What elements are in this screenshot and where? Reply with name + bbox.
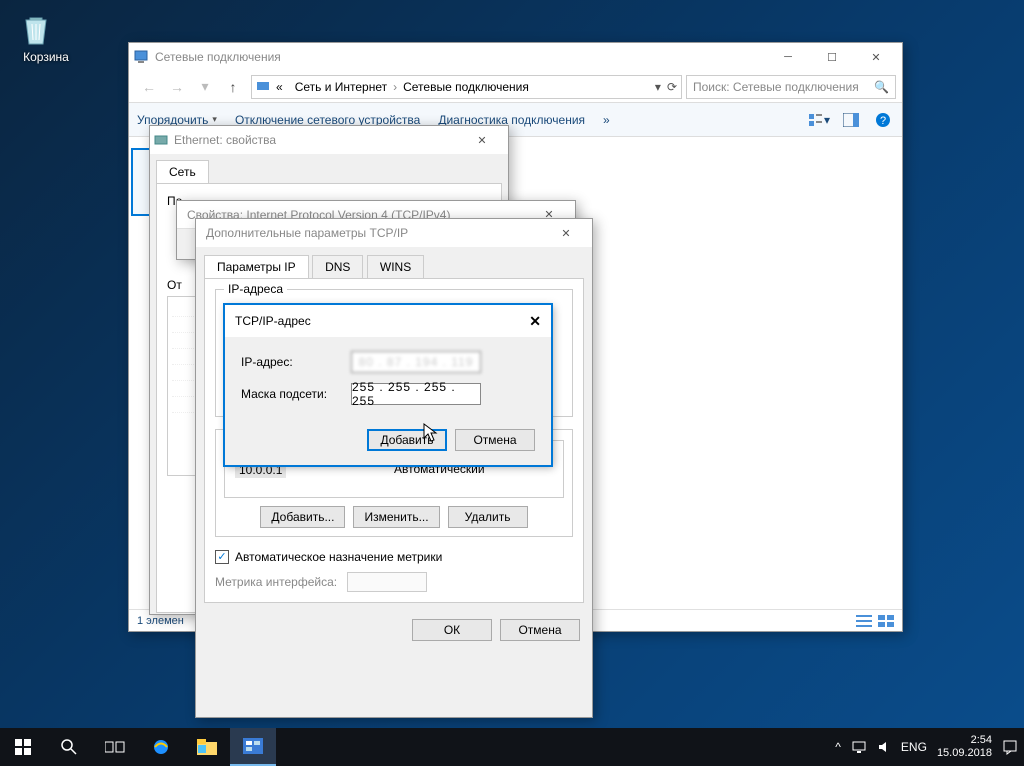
tab-wins[interactable]: WINS [367, 255, 424, 278]
ip-address-label: IP-адрес: [241, 355, 351, 369]
tcpip-dialog-titlebar[interactable]: TCP/IP-адрес ✕ [225, 305, 551, 337]
gw-delete-button[interactable]: Удалить [448, 506, 528, 528]
interface-metric-input [347, 572, 427, 592]
advtcp-close-button[interactable]: ✕ [544, 219, 588, 247]
preview-pane-icon[interactable] [840, 109, 862, 131]
search-placeholder: Поиск: Сетевые подключения [693, 80, 859, 94]
network-small-icon [256, 80, 270, 94]
svg-text:?: ? [880, 115, 886, 127]
clock[interactable]: 2:54 15.09.2018 [937, 734, 992, 760]
subnet-mask-label: Маска подсети: [241, 387, 351, 401]
advtcp-title: Дополнительные параметры TCP/IP [206, 226, 544, 240]
tcpip-cancel-button[interactable]: Отмена [455, 429, 535, 451]
close-button[interactable]: ✕ [854, 43, 898, 71]
recent-dropdown[interactable]: ▾ [191, 73, 219, 101]
advanced-tcpip-window: Дополнительные параметры TCP/IP ✕ Параме… [195, 218, 593, 718]
address-dropdown-icon[interactable]: ▾ [655, 80, 661, 94]
action-center-icon[interactable] [1002, 739, 1018, 755]
tab-dns[interactable]: DNS [312, 255, 363, 278]
clock-time: 2:54 [937, 734, 992, 747]
tray-chevron-up-icon[interactable]: ^ [835, 740, 841, 754]
adapter-icon [154, 133, 168, 147]
checkbox-checked-icon: ✓ [215, 550, 229, 564]
interface-metric-row: Метрика интерфейса: [215, 572, 573, 592]
advtcp-titlebar[interactable]: Дополнительные параметры TCP/IP ✕ [196, 219, 592, 247]
advtcp-cancel-button[interactable]: Отмена [500, 619, 580, 641]
tcpip-add-button[interactable]: Добавить [367, 429, 447, 451]
recycle-bin[interactable]: Корзина [16, 8, 76, 64]
clock-date: 15.09.2018 [937, 747, 992, 760]
search-button[interactable] [46, 728, 92, 766]
ethprops-title: Ethernet: свойства [174, 133, 460, 147]
ethprops-titlebar[interactable]: Ethernet: свойства ✕ [150, 126, 508, 154]
tab-ip-params[interactable]: Параметры IP [204, 255, 309, 278]
task-view-button[interactable] [92, 728, 138, 766]
interface-metric-label: Метрика интерфейса: [215, 575, 337, 589]
view-options-icon[interactable]: ▾ [808, 109, 830, 131]
gw-edit-button[interactable]: Изменить... [353, 506, 439, 528]
file-explorer-taskbar-icon[interactable] [184, 728, 230, 766]
advtcp-ok-button[interactable]: ОК [412, 619, 492, 641]
recycle-bin-label: Корзина [16, 50, 76, 64]
connection-item-selected[interactable] [131, 148, 151, 216]
explorer-nav-toolbar: ← → ▾ ↑ « Сеть и Интернет › Сетевые подк… [129, 71, 902, 103]
tab-network[interactable]: Сеть [156, 160, 209, 183]
ie-taskbar-icon[interactable] [138, 728, 184, 766]
ethprops-tabs: Сеть [150, 154, 508, 183]
more-commands[interactable]: » [603, 113, 610, 127]
control-panel-taskbar-icon[interactable] [230, 728, 276, 766]
advtcp-tabs: Параметры IP DNS WINS [196, 247, 592, 278]
auto-metric-label: Автоматическое назначение метрики [235, 550, 442, 564]
tcpip-dialog-close-button[interactable]: ✕ [529, 313, 541, 330]
large-icons-view-icon[interactable] [878, 615, 894, 627]
explorer-title: Сетевые подключения [155, 50, 766, 64]
volume-tray-icon[interactable] [877, 740, 891, 754]
explorer-titlebar[interactable]: Сетевые подключения ─ ☐ ✕ [129, 43, 902, 71]
search-icon: 🔍 [874, 80, 889, 94]
taskbar: ^ ENG 2:54 15.09.2018 [0, 728, 1024, 766]
forward-button[interactable]: → [163, 73, 191, 101]
ip-address-input[interactable]: 80 . 87 . 194 . 119 [351, 351, 481, 373]
ethprops-close-button[interactable]: ✕ [460, 126, 504, 154]
subnet-mask-input[interactable]: 255 . 255 . 255 . 255 [351, 383, 481, 405]
network-tray-icon[interactable] [851, 740, 867, 754]
breadcrumb-prefix: « [270, 80, 289, 94]
auto-metric-checkbox[interactable]: ✓ Автоматическое назначение метрики [215, 550, 442, 564]
gw-add-button[interactable]: Добавить... [260, 506, 345, 528]
address-bar[interactable]: « Сеть и Интернет › Сетевые подключения … [251, 75, 682, 99]
language-indicator[interactable]: ENG [901, 740, 927, 754]
back-button[interactable]: ← [135, 73, 163, 101]
system-tray: ^ ENG 2:54 15.09.2018 [835, 734, 1024, 760]
status-text: 1 элемен [137, 615, 184, 627]
start-button[interactable] [0, 728, 46, 766]
recycle-bin-icon [16, 8, 76, 48]
search-input[interactable]: Поиск: Сетевые подключения 🔍 [686, 75, 896, 99]
breadcrumb-conn[interactable]: Сетевые подключения [397, 80, 535, 94]
refresh-icon[interactable]: ⟳ [667, 80, 677, 94]
help-icon[interactable]: ? [872, 109, 894, 131]
up-button[interactable]: ↑ [219, 73, 247, 101]
minimize-button[interactable]: ─ [766, 43, 810, 71]
network-icon [133, 49, 149, 65]
tcpip-dialog-title: TCP/IP-адрес [235, 314, 311, 328]
breadcrumb-net[interactable]: Сеть и Интернет [289, 80, 393, 94]
maximize-button[interactable]: ☐ [810, 43, 854, 71]
tcpip-address-dialog: TCP/IP-адрес ✕ IP-адрес: 80 . 87 . 194 .… [224, 304, 552, 466]
ip-addresses-legend: IP-адреса [224, 282, 287, 296]
details-view-icon[interactable] [856, 615, 872, 627]
